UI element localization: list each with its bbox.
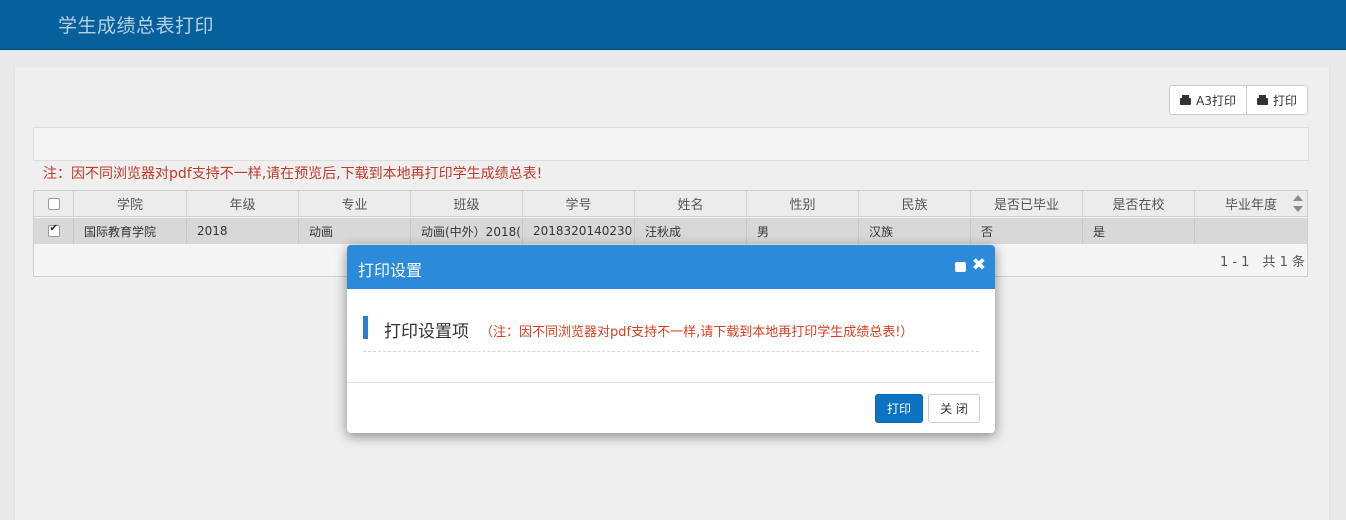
- printer-icon: [1256, 95, 1268, 105]
- select-all-checkbox[interactable]: [47, 197, 60, 210]
- table-cell: [1195, 218, 1307, 244]
- column-header[interactable]: 是否已毕业: [971, 191, 1083, 216]
- print-label: 打印: [1272, 93, 1297, 108]
- table-cell: 汪秋成: [635, 218, 747, 244]
- column-header[interactable]: 学号: [523, 191, 635, 216]
- table-cell: 汉族: [859, 218, 971, 244]
- table-cell: 否: [971, 218, 1083, 244]
- dialog-header: 打印设置 ✖: [347, 245, 995, 289]
- column-header[interactable]: 是否在校: [1083, 191, 1195, 216]
- table-cell: 男: [747, 218, 859, 244]
- a3-print-button[interactable]: A3打印: [1169, 85, 1247, 115]
- settings-section-heading: 打印设置项 （注：因不同浏览器对pdf支持不一样,请下载到本地再打印学生成绩总表…: [363, 316, 979, 352]
- table-cell: 2018: [187, 218, 299, 244]
- dialog-close-button[interactable]: 关 闭: [928, 394, 980, 423]
- column-header[interactable]: 民族: [859, 191, 971, 216]
- maximize-icon[interactable]: [955, 262, 966, 272]
- sort-icon[interactable]: [1293, 194, 1303, 214]
- page-title: 学生成绩总表打印: [58, 15, 215, 37]
- table-cell: 国际教育学院: [74, 218, 187, 244]
- grid-header: 学院 年级 专业 班级 学号 姓名 性别 民族 是否已毕业 是否在校 毕业年度: [34, 191, 1307, 217]
- top-bar: 学生成绩总表打印: [0, 0, 1346, 50]
- search-area: [33, 127, 1309, 161]
- row-checkbox-cell: [34, 218, 74, 244]
- printer-icon: [1180, 95, 1192, 105]
- table-cell: 2018320140230: [523, 218, 635, 244]
- dialog-title: 打印设置: [358, 261, 423, 280]
- column-header[interactable]: 专业: [299, 191, 411, 216]
- table-cell: 动画(中外）2018(: [411, 218, 523, 244]
- pager-info: 1 - 1 共 1 条: [1219, 255, 1305, 270]
- print-button[interactable]: 打印: [1246, 85, 1308, 115]
- column-header[interactable]: 姓名: [635, 191, 747, 216]
- column-header[interactable]: 毕业年度: [1195, 191, 1307, 216]
- table-row[interactable]: 国际教育学院 2018 动画 动画(中外）2018( 2018320140230…: [34, 218, 1307, 244]
- table-cell: 是: [1083, 218, 1195, 244]
- notice-text: 注：因不同浏览器对pdf支持不一样,请在预览后,下载到本地再打印学生成绩总表!: [43, 166, 543, 182]
- print-settings-dialog: 打印设置 ✖ 打印设置项 （注：因不同浏览器对pdf支持不一样,请下载到本地再打…: [347, 245, 995, 433]
- section-label: 打印设置项: [384, 322, 469, 342]
- dialog-print-button[interactable]: 打印: [875, 394, 923, 423]
- dialog-footer: 打印 关 闭: [347, 382, 995, 433]
- a3-print-label: A3打印: [1196, 93, 1236, 108]
- section-accent-bar: [363, 316, 368, 339]
- table-cell: 动画: [299, 218, 411, 244]
- row-checkbox[interactable]: [47, 223, 60, 237]
- close-icon[interactable]: ✖: [972, 255, 986, 275]
- print-button-group: A3打印 打印: [1169, 85, 1308, 115]
- section-note: （注：因不同浏览器对pdf支持不一样,请下载到本地再打印学生成绩总表!）: [480, 325, 914, 340]
- column-header[interactable]: 学院: [74, 191, 187, 216]
- column-header[interactable]: 年级: [187, 191, 299, 216]
- select-all-cell: [34, 191, 74, 216]
- column-header[interactable]: 班级: [411, 191, 523, 216]
- column-header[interactable]: 性别: [747, 191, 859, 216]
